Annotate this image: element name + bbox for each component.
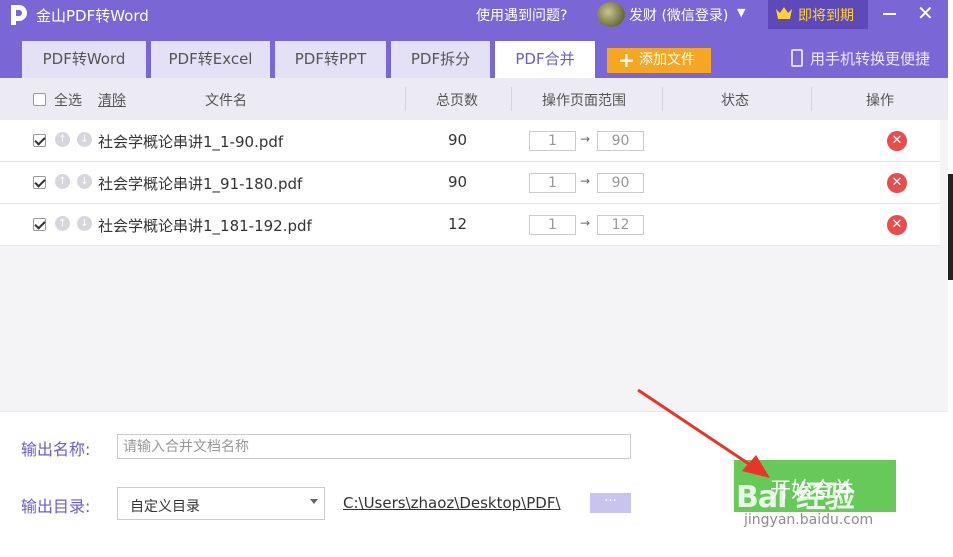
tab-bar: PDF转Word PDF转Excel PDF转PPT PDF拆分 PDF合并 +…	[0, 29, 948, 78]
row-checkbox[interactable]	[33, 176, 46, 189]
arrow-up-icon[interactable]: ↑	[55, 132, 70, 147]
file-name: 社会学概论串讲1_1-90.pdf	[98, 133, 284, 151]
table-row: ↑ ↓ 社会学概论串讲1_91-180.pdf 90 1 → 90 ✕	[0, 162, 940, 204]
select-all-label[interactable]: 全选	[54, 90, 82, 110]
add-file-button[interactable]: + 添加文件	[607, 48, 711, 73]
arrow-right-icon: →	[580, 174, 591, 188]
delete-row-button[interactable]: ✕	[887, 131, 907, 151]
divider	[662, 87, 663, 111]
select-all-checkbox[interactable]	[33, 93, 46, 106]
phone-icon	[791, 49, 803, 67]
plus-icon: +	[618, 48, 635, 72]
range-to-input[interactable]: 90	[597, 131, 644, 151]
vip-label: 即将到期	[798, 8, 854, 24]
tab-pdf-split[interactable]: PDF拆分	[391, 41, 490, 78]
output-dir-value: 自定义目录	[130, 499, 200, 515]
output-dir-path-link[interactable]: C:\Users\zhaoz\Desktop\PDF\	[343, 494, 561, 512]
arrow-up-icon[interactable]: ↑	[55, 174, 70, 189]
col-filename: 文件名	[205, 93, 247, 109]
annotation-arrow-icon	[637, 388, 770, 478]
row-checkbox[interactable]	[33, 218, 46, 231]
range-from-input[interactable]: 1	[529, 215, 576, 235]
col-status: 状态	[721, 93, 749, 109]
page-count: 90	[448, 131, 468, 149]
scrollbar-thumb[interactable]	[948, 174, 953, 280]
browse-button[interactable]: ···	[590, 493, 631, 513]
arrow-up-icon[interactable]: ↑	[55, 216, 70, 231]
avatar[interactable]	[597, 2, 625, 27]
title-bar: 金山PDF转Word 使用遇到问题? 发财 (微信登录) ▼ 即将到期 ✕	[0, 0, 948, 29]
page-count: 90	[448, 173, 468, 191]
vip-renew-button[interactable]: 即将到期	[768, 0, 868, 29]
divider	[511, 87, 512, 111]
arrow-right-icon: →	[580, 216, 591, 230]
col-range: 操作页面范围	[542, 93, 626, 109]
range-from-input[interactable]: 1	[529, 173, 576, 193]
output-dir-select[interactable]: 自定义目录	[117, 487, 325, 520]
phone-convert-link[interactable]: 用手机转换更便捷	[810, 48, 930, 69]
table-header: 全选 清除 文件名 总页数 操作页面范围 状态 操作	[0, 78, 948, 120]
col-action: 操作	[866, 93, 894, 109]
output-dir-label: 输出目录:	[21, 497, 91, 516]
range-to-input[interactable]: 90	[597, 173, 644, 193]
tab-pdf-to-ppt[interactable]: PDF转PPT	[275, 41, 386, 78]
add-file-label: 添加文件	[639, 52, 695, 68]
close-window-button[interactable]: ✕	[917, 3, 934, 23]
tab-pdf-merge[interactable]: PDF合并	[495, 41, 595, 78]
arrow-down-icon[interactable]: ↓	[77, 216, 92, 231]
arrow-down-icon[interactable]: ↓	[77, 174, 92, 189]
file-list-panel: 全选 清除 文件名 总页数 操作页面范围 状态 操作 ↑ ↓ 社会学概论串讲1_…	[0, 78, 948, 411]
delete-row-button[interactable]: ✕	[887, 215, 907, 235]
output-name-label: 输出名称:	[21, 440, 91, 459]
watermark-url: jingyan.baidu.com	[744, 512, 874, 528]
divider	[811, 87, 812, 111]
output-panel: 输出名称: 输出目录: 自定义目录 C:\Users\zhaoz\Desktop…	[0, 411, 948, 557]
table-row: ↑ ↓ 社会学概论串讲1_1-90.pdf 90 1 → 90 ✕	[0, 120, 940, 162]
file-name: 社会学概论串讲1_181-192.pdf	[98, 217, 312, 235]
chevron-down-icon	[310, 499, 318, 504]
range-from-input[interactable]: 1	[529, 131, 576, 151]
delete-row-button[interactable]: ✕	[887, 173, 907, 193]
pdf-logo-icon	[11, 5, 27, 25]
table-row: ↑ ↓ 社会学概论串讲1_181-192.pdf 12 1 → 12 ✕	[0, 204, 940, 246]
range-to-input[interactable]: 12	[597, 215, 644, 235]
crown-icon	[776, 7, 792, 19]
tab-pdf-to-word[interactable]: PDF转Word	[22, 41, 146, 78]
user-name[interactable]: 发财 (微信登录)	[629, 5, 728, 25]
divider	[405, 87, 406, 111]
output-name-input[interactable]	[117, 434, 631, 459]
tab-pdf-to-excel[interactable]: PDF转Excel	[151, 41, 270, 78]
minimize-button[interactable]	[883, 13, 896, 15]
page-count: 12	[448, 215, 468, 233]
row-checkbox[interactable]	[33, 134, 46, 147]
chevron-down-icon[interactable]: ▼	[737, 6, 745, 19]
col-pages: 总页数	[436, 93, 478, 109]
clear-link[interactable]: 清除	[98, 90, 126, 110]
app-title: 金山PDF转Word	[36, 7, 149, 25]
help-link[interactable]: 使用遇到问题?	[476, 5, 567, 25]
file-name: 社会学概论串讲1_91-180.pdf	[98, 175, 303, 193]
arrow-right-icon: →	[580, 132, 591, 146]
arrow-down-icon[interactable]: ↓	[77, 132, 92, 147]
